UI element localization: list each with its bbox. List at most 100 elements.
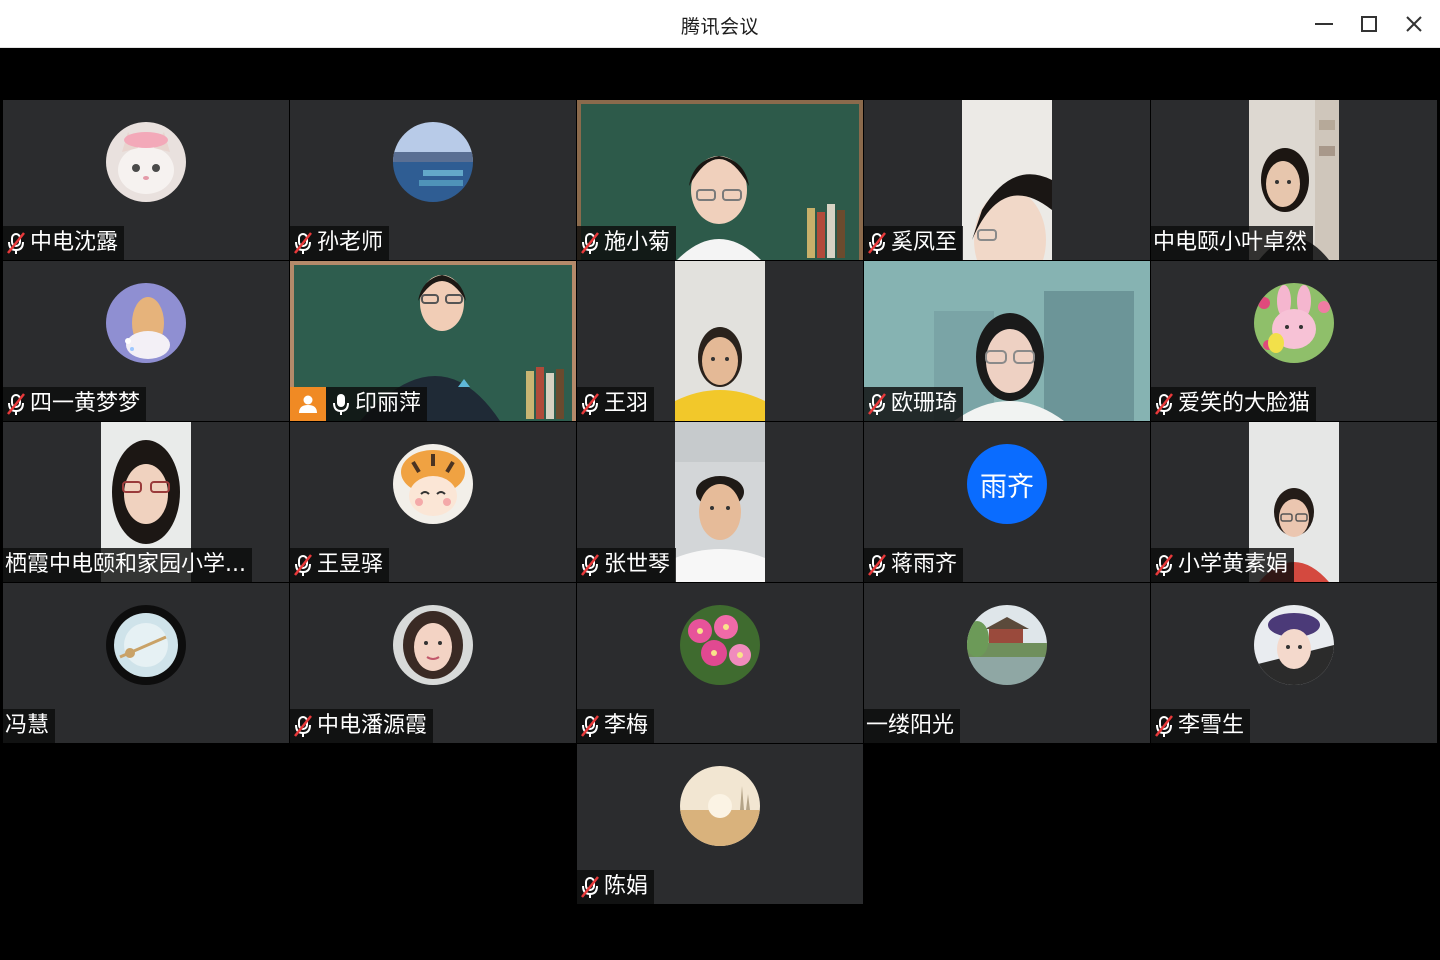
participant-name: 欧珊琦 xyxy=(891,391,958,416)
participant-avatar xyxy=(106,605,186,685)
participant-video xyxy=(675,261,765,421)
name-plate: 小学黄素娟 xyxy=(1151,548,1295,582)
participant-name: 中电潘源霞 xyxy=(317,713,428,738)
participant-tile[interactable]: 中电潘源霞 xyxy=(290,583,576,743)
participant-tile[interactable]: 施小菊 xyxy=(577,100,863,260)
mic-muted-icon xyxy=(579,875,601,899)
mic-muted-icon xyxy=(5,231,27,255)
video-grid: 中电沈露 孙老师 施小菊 奚凤至 中电颐小叶卓然 四一黄梦梦 印丽萍 王羽 欧珊… xyxy=(3,48,1437,956)
mic-muted-icon xyxy=(292,714,314,738)
participant-tile[interactable]: 中电颐小叶卓然 xyxy=(1151,100,1437,260)
participant-name: 爱笑的大脸猫 xyxy=(1178,391,1311,416)
name-plate: 陈娟 xyxy=(577,870,655,904)
participant-name: 小学黄素娟 xyxy=(1178,552,1289,577)
name-plate: 王羽 xyxy=(577,387,655,421)
close-icon xyxy=(1406,16,1422,32)
participant-avatar xyxy=(1254,283,1334,363)
name-plate: 栖霞中电颐和家园小学... xyxy=(3,548,252,582)
name-plate: 中电沈露 xyxy=(3,226,125,260)
participant-name: 孙老师 xyxy=(317,230,384,255)
name-plate: 印丽萍 xyxy=(290,387,428,421)
participant-name: 王昱驿 xyxy=(317,552,384,577)
participant-name: 陈娟 xyxy=(604,874,649,899)
participant-name: 奚凤至 xyxy=(891,230,958,255)
participant-tile[interactable]: 冯慧 xyxy=(3,583,289,743)
mic-muted-icon xyxy=(292,553,314,577)
participant-avatar: 雨齐 xyxy=(967,444,1047,524)
mic-muted-icon xyxy=(5,392,27,416)
mic-icon xyxy=(330,392,352,416)
participant-name: 中电颐小叶卓然 xyxy=(1153,230,1308,255)
window-title: 腾讯会议 xyxy=(680,16,759,38)
name-plate: 蒋雨齐 xyxy=(864,548,964,582)
participant-video xyxy=(962,100,1052,260)
participant-tile[interactable]: 栖霞中电颐和家园小学... xyxy=(3,422,289,582)
participant-tile[interactable]: 孙老师 xyxy=(290,100,576,260)
participant-name: 李雪生 xyxy=(1178,713,1245,738)
name-plate: 孙老师 xyxy=(290,226,390,260)
name-plate: 李雪生 xyxy=(1151,709,1251,743)
mic-muted-icon xyxy=(866,553,888,577)
maximize-button[interactable] xyxy=(1352,9,1386,39)
participant-tile[interactable]: 王羽 xyxy=(577,261,863,421)
minimize-icon xyxy=(1315,23,1333,25)
participant-avatar xyxy=(393,444,473,524)
close-button[interactable] xyxy=(1397,9,1431,39)
participant-tile[interactable]: 张世琴 xyxy=(577,422,863,582)
participant-name: 一缕阳光 xyxy=(866,713,955,738)
mic-muted-icon xyxy=(292,231,314,255)
mic-muted-icon xyxy=(866,392,888,416)
maximize-icon xyxy=(1361,16,1377,32)
mic-muted-icon xyxy=(1153,553,1175,577)
participant-avatar xyxy=(393,122,473,202)
participant-tile[interactable]: 印丽萍 xyxy=(290,261,576,421)
participant-video xyxy=(675,422,765,582)
participant-tile[interactable]: 四一黄梦梦 xyxy=(3,261,289,421)
participant-avatar xyxy=(106,283,186,363)
participant-tile[interactable]: 王昱驿 xyxy=(290,422,576,582)
minimize-button[interactable] xyxy=(1307,9,1341,39)
host-icon xyxy=(290,387,326,421)
participant-avatar xyxy=(106,122,186,202)
participant-name: 王羽 xyxy=(604,391,649,416)
participant-tile[interactable]: 中电沈露 xyxy=(3,100,289,260)
participant-name: 四一黄梦梦 xyxy=(30,391,141,416)
participant-name: 李梅 xyxy=(604,713,649,738)
mic-muted-icon xyxy=(579,231,601,255)
participant-tile[interactable]: 小学黄素娟 xyxy=(1151,422,1437,582)
participant-name: 张世琴 xyxy=(604,552,671,577)
participant-avatar xyxy=(680,766,760,846)
mic-muted-icon xyxy=(1153,392,1175,416)
name-plate: 冯慧 xyxy=(3,709,56,743)
name-plate: 张世琴 xyxy=(577,548,677,582)
mic-muted-icon xyxy=(1153,714,1175,738)
participant-name: 冯慧 xyxy=(5,713,50,738)
name-plate: 爱笑的大脸猫 xyxy=(1151,387,1317,421)
mic-muted-icon xyxy=(579,714,601,738)
participant-avatar xyxy=(680,605,760,685)
participant-tile[interactable]: 陈娟 xyxy=(577,744,863,904)
participant-name: 印丽萍 xyxy=(355,391,422,416)
name-plate: 四一黄梦梦 xyxy=(3,387,147,421)
participant-tile[interactable]: 爱笑的大脸猫 xyxy=(1151,261,1437,421)
participant-tile[interactable]: 李梅 xyxy=(577,583,863,743)
participant-avatar xyxy=(393,605,473,685)
participant-avatar xyxy=(967,605,1047,685)
name-plate: 王昱驿 xyxy=(290,548,390,582)
name-plate: 欧珊琦 xyxy=(864,387,964,421)
participant-name: 中电沈露 xyxy=(30,230,119,255)
name-plate: 奚凤至 xyxy=(864,226,964,260)
name-plate: 李梅 xyxy=(577,709,655,743)
participant-tile[interactable]: 奚凤至 xyxy=(864,100,1150,260)
participant-tile[interactable]: 欧珊琦 xyxy=(864,261,1150,421)
participant-name: 施小菊 xyxy=(604,230,671,255)
participant-tile[interactable]: 李雪生 xyxy=(1151,583,1437,743)
mic-muted-icon xyxy=(579,392,601,416)
participant-name: 栖霞中电颐和家园小学... xyxy=(5,552,246,577)
name-plate: 中电潘源霞 xyxy=(290,709,434,743)
mic-muted-icon xyxy=(579,553,601,577)
participant-tile[interactable]: 一缕阳光 xyxy=(864,583,1150,743)
name-plate: 施小菊 xyxy=(577,226,677,260)
name-plate: 一缕阳光 xyxy=(864,709,961,743)
participant-tile[interactable]: 雨齐 蒋雨齐 xyxy=(864,422,1150,582)
